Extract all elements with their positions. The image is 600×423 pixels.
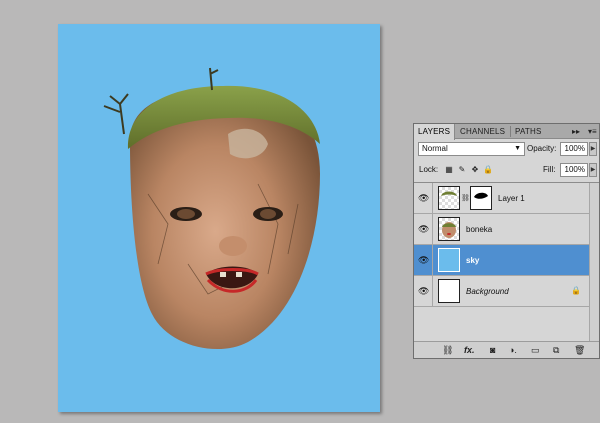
new-layer-icon[interactable]: ⧉ bbox=[553, 344, 559, 356]
tab-channels[interactable]: CHANNELS bbox=[456, 124, 509, 139]
fill-input[interactable]: 100% bbox=[560, 163, 588, 177]
layer-name[interactable]: Background bbox=[466, 276, 509, 307]
document-canvas[interactable] bbox=[58, 24, 380, 412]
dropdown-arrow-icon: ▼ bbox=[514, 145, 521, 152]
trash-icon[interactable]: 🗑 bbox=[574, 344, 585, 356]
group-icon[interactable]: ▭ bbox=[531, 344, 540, 356]
blend-mode-select[interactable]: Normal ▼ bbox=[418, 142, 525, 156]
adjustment-icon[interactable]: ◑. bbox=[509, 344, 517, 356]
layer-thumbnail bbox=[438, 248, 460, 272]
layer-row-sky[interactable]: 👁 sky bbox=[414, 245, 589, 276]
fill-slider-arrow-icon[interactable]: ▶ bbox=[589, 163, 597, 177]
visibility-toggle[interactable]: 👁 bbox=[414, 245, 433, 276]
opacity-slider-arrow-icon[interactable]: ▶ bbox=[589, 142, 597, 156]
layer-thumbnail bbox=[438, 279, 460, 303]
eye-icon: 👁 bbox=[418, 286, 430, 296]
lock-image-icon[interactable]: ✎ bbox=[457, 165, 467, 175]
layer-row-boneka[interactable]: 👁 boneka bbox=[414, 214, 589, 245]
mask-shape-icon bbox=[474, 192, 488, 199]
layer-mask-thumbnail[interactable] bbox=[470, 186, 492, 210]
mask-icon[interactable]: ◙ bbox=[490, 344, 495, 356]
visibility-toggle[interactable]: 👁 bbox=[414, 183, 433, 214]
opacity-input[interactable]: 100% bbox=[560, 142, 588, 156]
visibility-toggle[interactable]: 👁 bbox=[414, 276, 433, 307]
visibility-toggle[interactable]: 👁 bbox=[414, 214, 433, 245]
eye-icon: 👁 bbox=[418, 255, 430, 265]
panel-tabbar: LAYERS CHANNELS PATHS ▸▸ ▾≡ bbox=[414, 124, 599, 140]
tab-layers[interactable]: LAYERS bbox=[414, 124, 456, 140]
lock-all-icon[interactable]: 🔒 bbox=[483, 165, 493, 175]
layer-row-background[interactable]: 👁 Background 🔒 bbox=[414, 276, 589, 307]
lock-icon: 🔒 bbox=[571, 286, 581, 295]
layers-scrollbar[interactable] bbox=[589, 183, 599, 341]
lock-position-icon[interactable]: ✥ bbox=[470, 165, 480, 175]
panel-footer: ⛓ fx. ◙ ◑. ▭ ⧉ 🗑 bbox=[414, 341, 599, 358]
layer-row-layer-1[interactable]: 👁 ⛓ Layer 1 bbox=[414, 183, 589, 214]
mask-link-icon[interactable]: ⛓ bbox=[461, 194, 470, 202]
fx-icon[interactable]: fx. bbox=[464, 344, 475, 356]
blend-mode-value: Normal bbox=[422, 144, 448, 153]
tab-paths[interactable]: PATHS bbox=[511, 124, 545, 139]
fill-label: Fill: bbox=[543, 165, 556, 174]
collapse-icon[interactable]: ▸▸ bbox=[572, 124, 580, 139]
layer-name[interactable]: Layer 1 bbox=[498, 183, 525, 214]
link-icon[interactable]: ⛓ bbox=[442, 344, 453, 356]
doll-head-image bbox=[103, 67, 320, 350]
lock-transparency-icon[interactable]: ▦ bbox=[444, 165, 454, 175]
panel-menu-icon[interactable]: ▾≡ bbox=[588, 124, 597, 139]
layer-name[interactable]: sky bbox=[466, 245, 479, 276]
layer-thumbnail bbox=[438, 186, 460, 210]
eye-icon: 👁 bbox=[418, 193, 430, 203]
lock-label: Lock: bbox=[419, 165, 439, 174]
layer-name[interactable]: boneka bbox=[466, 214, 492, 245]
eye-icon: 👁 bbox=[418, 224, 430, 234]
layers-panel: LAYERS CHANNELS PATHS ▸▸ ▾≡ Normal ▼ Opa… bbox=[413, 123, 600, 359]
layer-thumbnail bbox=[438, 217, 460, 241]
lock-fill-row: Lock: ▦ ✎ ✥ 🔒 Fill: 100% ▶ bbox=[414, 163, 599, 179]
blend-opacity-row: Normal ▼ Opacity: 100% ▶ bbox=[414, 142, 599, 158]
layers-list: 👁 ⛓ Layer 1 👁 boneka 👁 sky 👁 Background … bbox=[414, 182, 599, 341]
opacity-label: Opacity: bbox=[527, 144, 557, 153]
moss-thumbnail-icon bbox=[441, 191, 457, 196]
doll-thumbnail-icon bbox=[442, 222, 456, 238]
